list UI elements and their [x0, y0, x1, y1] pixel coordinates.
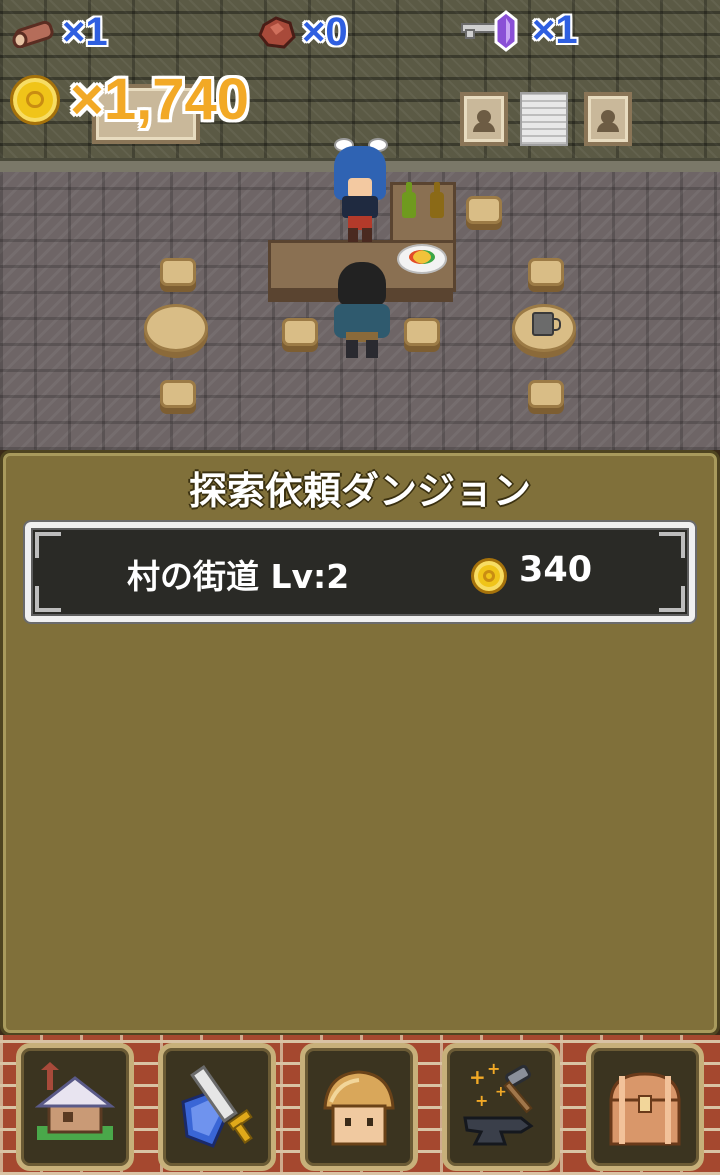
wanted-poster-right: [584, 92, 632, 146]
corner-ornament: [35, 532, 61, 558]
crystal-count: ×1: [532, 8, 578, 52]
bottom-nav: + + + +: [0, 1035, 720, 1175]
bread-icon: [323, 1070, 395, 1146]
corner-ornament: [35, 586, 61, 612]
anvil-hammer-icon: + + + +: [463, 1062, 534, 1146]
food-plate: [397, 244, 447, 274]
crystal-counter: ×1: [460, 8, 578, 53]
nav-storage-button[interactable]: [586, 1043, 704, 1171]
ore-count: ×0: [302, 10, 348, 54]
gold-count: ×1,740: [70, 67, 250, 132]
stool: [404, 318, 440, 346]
house-icon: [35, 1062, 115, 1140]
brown-bottle: [430, 182, 444, 218]
log-icon: [12, 18, 58, 48]
reward-coin-icon: [471, 558, 507, 594]
wanted-poster-left: [460, 92, 508, 146]
notice-paper: [520, 92, 568, 146]
panel-title: 探索依頼ダンジョン: [188, 469, 531, 513]
stool: [160, 380, 196, 408]
dungeon-name: 村の街道 Lv:2: [127, 557, 350, 596]
barmaid-character[interactable]: [330, 138, 390, 242]
corner-ornament: [659, 532, 685, 558]
nav-equipment-button[interactable]: [158, 1043, 276, 1171]
nav-village-button[interactable]: [16, 1043, 134, 1171]
nav-forge-button[interactable]: + + + +: [442, 1043, 560, 1171]
svg-text:+: +: [469, 1065, 486, 1089]
sword-shield-icon: [181, 1064, 253, 1148]
ore-counter: ×0: [256, 10, 348, 55]
wood-count: ×1: [62, 10, 108, 54]
stool: [160, 258, 196, 286]
svg-text:+: +: [475, 1091, 488, 1110]
dungeon-list-item[interactable]: 村の街道 Lv:2 340: [25, 522, 695, 622]
wood-counter: ×1: [12, 10, 108, 55]
ore-icon: [256, 15, 298, 51]
player-character[interactable]: [332, 262, 392, 360]
dungeon-reward: 340: [519, 550, 593, 590]
svg-text:+: +: [487, 1062, 500, 1078]
treasure-chest-icon: [609, 1072, 681, 1146]
corner-ornament: [659, 586, 685, 612]
stool: [528, 380, 564, 408]
svg-text:+: +: [495, 1084, 507, 1100]
nav-shop-button[interactable]: [300, 1043, 418, 1171]
stool: [282, 318, 318, 346]
gold-coin-icon: [10, 74, 60, 125]
green-bottle: [402, 182, 416, 218]
stool: [528, 258, 564, 286]
round-table-left: [144, 304, 208, 352]
stool: [466, 196, 502, 224]
crystal-key-icon: [460, 9, 528, 52]
mug: [532, 312, 561, 336]
gold-counter: ×1,740: [10, 66, 249, 133]
